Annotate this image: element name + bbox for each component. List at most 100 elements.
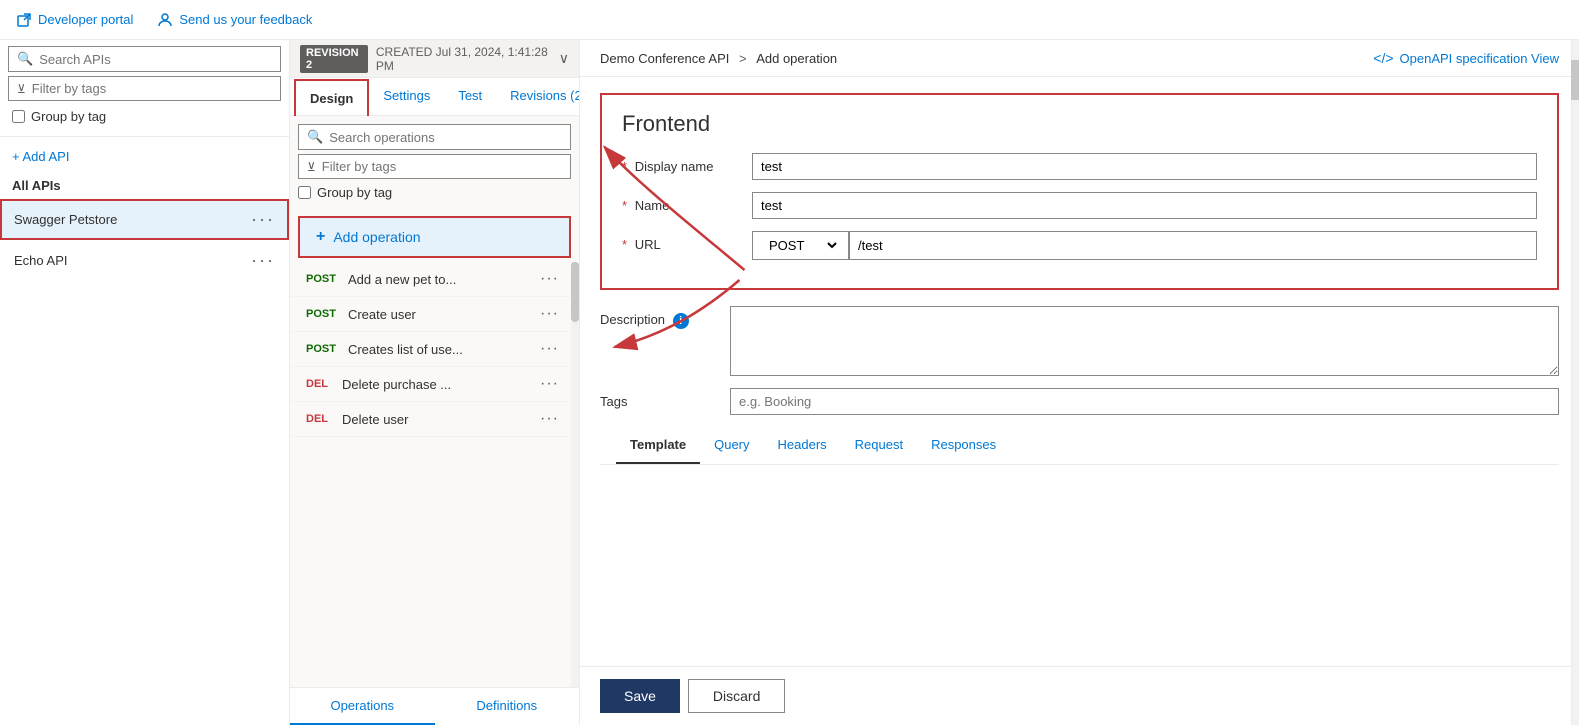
display-name-label: * Display name xyxy=(622,153,752,174)
sub-tab-template[interactable]: Template xyxy=(616,427,700,464)
right-scrollbar-thumb[interactable] xyxy=(1571,60,1579,100)
discard-button[interactable]: Discard xyxy=(688,679,785,713)
sub-tabs: Template Query Headers Request Responses xyxy=(600,427,1559,465)
url-method-select-box[interactable]: POST GET PUT DELETE PATCH xyxy=(752,231,849,260)
url-method-dropdown[interactable]: POST GET PUT DELETE PATCH xyxy=(761,237,840,254)
group-by-tag-row: Group by tag xyxy=(0,105,289,132)
center-bottom-tab-operations[interactable]: Operations xyxy=(290,688,435,725)
tab-test[interactable]: Test xyxy=(444,78,496,115)
operation-list: POST Add a new pet to... ··· POST Create… xyxy=(290,262,571,687)
op-name: Add a new pet to... xyxy=(348,272,540,287)
tags-label: Tags xyxy=(600,388,730,409)
name-row: * Name xyxy=(622,192,1537,219)
add-operation-label: Add operation xyxy=(333,229,420,245)
scrollbar-track xyxy=(571,262,579,687)
op-menu-dots[interactable]: ··· xyxy=(540,375,559,393)
operation-item-delete-user[interactable]: DEL Delete user ··· xyxy=(290,402,571,437)
ops-filter-input[interactable] xyxy=(322,159,562,174)
sidebar: 🔍 ⊻ Group by tag + Add API All APIs Swag… xyxy=(0,40,290,725)
description-label: Description i xyxy=(600,306,730,329)
external-link-icon xyxy=(16,12,32,28)
operation-item-add-pet[interactable]: POST Add a new pet to... ··· xyxy=(290,262,571,297)
group-by-tag-label: Group by tag xyxy=(31,109,106,124)
sidebar-search-box[interactable]: 🔍 xyxy=(8,46,281,72)
url-label: * URL xyxy=(622,231,752,252)
ops-search-input[interactable] xyxy=(329,130,562,145)
op-name: Delete purchase ... xyxy=(342,377,540,392)
api-item-echo-api[interactable]: Echo API ··· xyxy=(0,240,289,281)
center-panel: REVISION 2 CREATED Jul 31, 2024, 1:41:28… xyxy=(290,40,580,725)
description-textarea[interactable] xyxy=(730,306,1559,376)
op-name: Creates list of use... xyxy=(348,342,540,357)
method-badge-post: POST xyxy=(302,307,340,321)
main-tabs-row: Design Settings Test Revisions (2) Chang… xyxy=(290,78,579,116)
tags-input[interactable] xyxy=(730,388,1559,415)
ops-filter-box[interactable]: ⊻ xyxy=(298,154,571,179)
add-api-button[interactable]: + Add API xyxy=(0,141,289,172)
revision-chevron-icon[interactable]: ∨ xyxy=(559,50,569,67)
description-row: Description i xyxy=(600,306,1559,376)
ops-list-scroll: POST Add a new pet to... ··· POST Create… xyxy=(290,262,579,687)
ops-search-area: 🔍 ⊻ Group by tag xyxy=(290,116,579,212)
operation-item-create-user[interactable]: POST Create user ··· xyxy=(290,297,571,332)
add-api-label: + Add API xyxy=(12,149,69,164)
sub-tab-headers[interactable]: Headers xyxy=(764,427,841,464)
frontend-box: Frontend * Display name * Name xyxy=(600,93,1559,290)
ops-group-by-tag-checkbox[interactable] xyxy=(298,186,311,199)
feedback-label: Send us your feedback xyxy=(179,12,312,27)
sidebar-divider xyxy=(0,136,289,137)
required-star: * xyxy=(622,159,627,174)
required-star: * xyxy=(622,237,627,252)
api-item-swagger-petstore[interactable]: Swagger Petstore ··· xyxy=(0,199,289,240)
openapi-link[interactable]: </> OpenAPI specification View xyxy=(1373,50,1559,66)
ops-search-icon: 🔍 xyxy=(307,129,323,145)
display-name-input[interactable] xyxy=(752,153,1537,180)
action-buttons: Save Discard xyxy=(580,666,1579,725)
developer-portal-link[interactable]: Developer portal xyxy=(16,12,133,28)
right-scrollbar-track xyxy=(1571,40,1579,725)
op-menu-dots[interactable]: ··· xyxy=(540,410,559,428)
sub-tab-query[interactable]: Query xyxy=(700,427,763,464)
sub-tab-request[interactable]: Request xyxy=(841,427,917,464)
search-icon: 🔍 xyxy=(17,51,33,67)
sub-tab-responses[interactable]: Responses xyxy=(917,427,1010,464)
op-menu-dots[interactable]: ··· xyxy=(540,270,559,288)
ops-filter-icon: ⊻ xyxy=(307,160,316,174)
save-button[interactable]: Save xyxy=(600,679,680,713)
add-operation-plus-icon: + xyxy=(316,228,325,246)
api-item-name: Swagger Petstore xyxy=(14,212,117,227)
tab-settings[interactable]: Settings xyxy=(369,78,444,115)
scrollbar-thumb[interactable] xyxy=(571,262,579,322)
tags-row: Tags xyxy=(600,388,1559,415)
group-by-tag-checkbox[interactable] xyxy=(12,110,25,123)
method-badge-post: POST xyxy=(302,272,340,286)
feedback-link[interactable]: Send us your feedback xyxy=(157,12,312,28)
form-area: Frontend * Display name * Name xyxy=(580,77,1579,666)
url-path-input[interactable] xyxy=(849,231,1537,260)
api-item-menu-dots[interactable]: ··· xyxy=(251,250,275,271)
operation-item-delete-purchase[interactable]: DEL Delete purchase ... ··· xyxy=(290,367,571,402)
operation-item-creates-list[interactable]: POST Creates list of use... ··· xyxy=(290,332,571,367)
sidebar-filter-box[interactable]: ⊻ xyxy=(8,76,281,101)
developer-portal-label: Developer portal xyxy=(38,12,133,27)
ops-search-box[interactable]: 🔍 xyxy=(298,124,571,150)
add-operation-button[interactable]: + Add operation xyxy=(298,216,571,258)
tab-revisions[interactable]: Revisions (2) xyxy=(496,78,580,115)
api-item-menu-dots[interactable]: ··· xyxy=(251,209,275,230)
op-menu-dots[interactable]: ··· xyxy=(540,305,559,323)
tab-design[interactable]: Design xyxy=(294,79,369,116)
name-input[interactable] xyxy=(752,192,1537,219)
filter-tags-input[interactable] xyxy=(32,81,272,96)
breadcrumb-bar: Demo Conference API > Add operation </> … xyxy=(580,40,1579,77)
revision-badge: REVISION 2 xyxy=(300,45,368,73)
center-bottom-tab-definitions[interactable]: Definitions xyxy=(435,688,580,725)
search-apis-input[interactable] xyxy=(39,52,272,67)
op-name: Delete user xyxy=(342,412,540,427)
op-name: Create user xyxy=(348,307,540,322)
op-menu-dots[interactable]: ··· xyxy=(540,340,559,358)
description-info-icon[interactable]: i xyxy=(673,313,689,329)
top-bar: Developer portal Send us your feedback xyxy=(0,0,1579,40)
ops-group-by-tag-row: Group by tag xyxy=(298,183,571,204)
display-name-row: * Display name xyxy=(622,153,1537,180)
revision-created: CREATED Jul 31, 2024, 1:41:28 PM xyxy=(376,45,551,73)
